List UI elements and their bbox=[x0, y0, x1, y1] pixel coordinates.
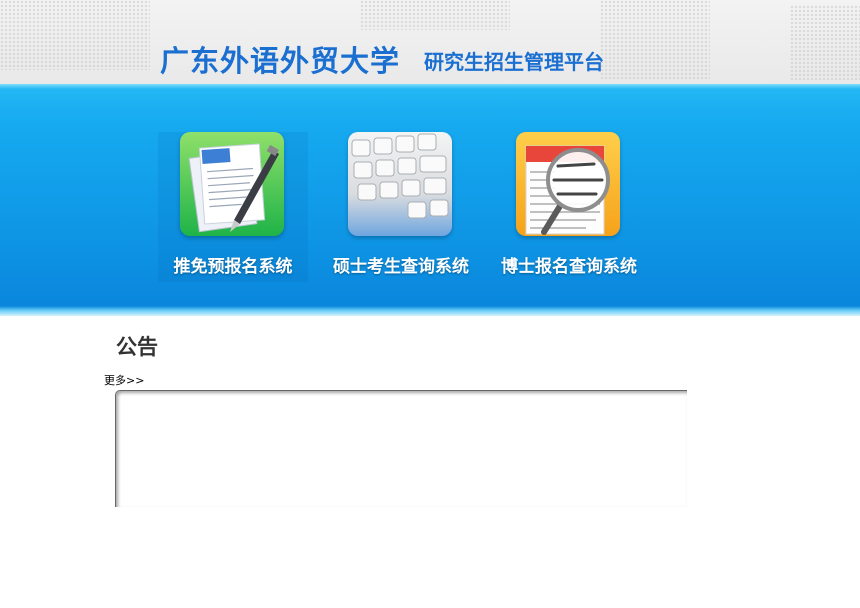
doctoral-query-button[interactable]: 博士报名查询系统 bbox=[494, 132, 644, 282]
platform-name: 研究生招生管理平台 bbox=[424, 50, 604, 74]
notice-list-frame[interactable] bbox=[115, 390, 687, 507]
world-map-pattern bbox=[0, 0, 150, 70]
more-notices-link[interactable]: 更多>> bbox=[104, 372, 144, 388]
world-map-pattern bbox=[600, 0, 710, 80]
doctoral-query-label: 博士报名查询系统 bbox=[501, 257, 637, 277]
notice-heading: 公告 bbox=[116, 335, 158, 359]
university-name: 广东外语外贸大学 bbox=[160, 44, 401, 78]
world-map-pattern bbox=[360, 0, 510, 30]
system-nav: 推免预报名系统 硕士考生查询系统 博士报名查询系统 bbox=[0, 84, 860, 316]
keyboard-icon bbox=[348, 132, 452, 236]
master-query-button[interactable]: 硕士考生查询系统 bbox=[326, 132, 476, 282]
document-pen-icon bbox=[180, 132, 284, 236]
exam-free-registration-button[interactable]: 推免预报名系统 bbox=[158, 132, 308, 282]
site-header: 广东外语外贸大学 研究生招生管理平台 bbox=[0, 0, 860, 84]
exam-free-registration-label: 推免预报名系统 bbox=[173, 257, 293, 277]
magnifier-icon bbox=[516, 132, 620, 236]
master-query-label: 硕士考生查询系统 bbox=[333, 257, 469, 277]
world-map-pattern bbox=[790, 5, 860, 80]
